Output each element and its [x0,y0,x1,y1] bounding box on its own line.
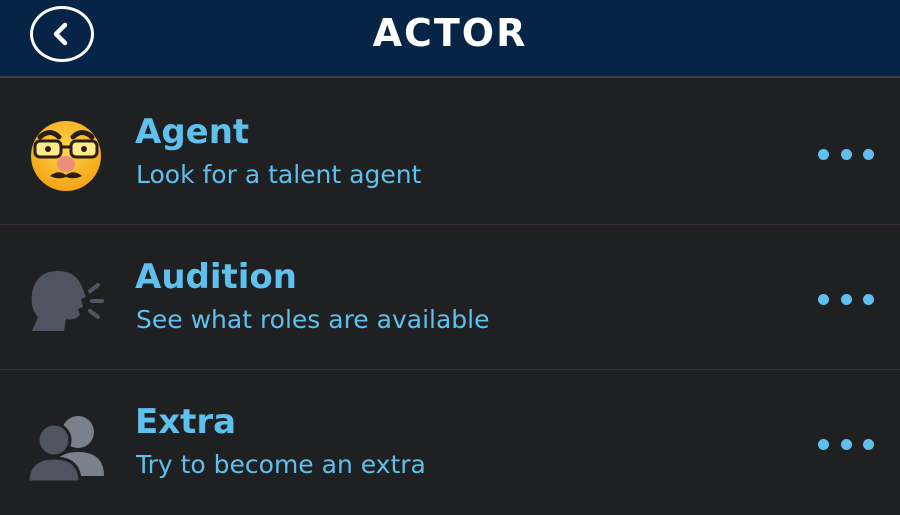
row-title: Audition [135,257,297,297]
row-subtitle: Try to become an extra [136,450,426,479]
dot-icon [863,148,874,160]
dot-icon [840,148,852,160]
top-bar: ACTOR [0,0,900,78]
dot-icon [863,438,874,450]
speaking-head-icon [26,265,106,337]
dot-icon [840,293,852,305]
row-subtitle: See what roles are available [136,305,490,334]
list-item-extra[interactable]: Extra Try to become an extra [0,370,900,515]
dot-icon [818,293,829,305]
row-title: Agent [135,112,250,152]
dot-icon [818,148,829,160]
dot-icon [840,438,852,450]
dot-icon [818,438,829,450]
disguise-face-icon [26,120,106,192]
more-options-button[interactable] [818,437,874,451]
page-title: ACTOR [372,11,528,55]
list-item-agent[interactable]: Agent Look for a talent agent [0,80,900,225]
more-options-button[interactable] [818,292,874,306]
dot-icon [863,293,874,305]
list-item-audition[interactable]: Audition See what roles are available [0,225,900,370]
more-options-button[interactable] [818,147,874,161]
row-title: Extra [135,402,237,442]
option-list: Agent Look for a talent agent Audition S… [0,80,900,515]
two-people-icon [26,410,106,484]
row-subtitle: Look for a talent agent [136,160,422,189]
